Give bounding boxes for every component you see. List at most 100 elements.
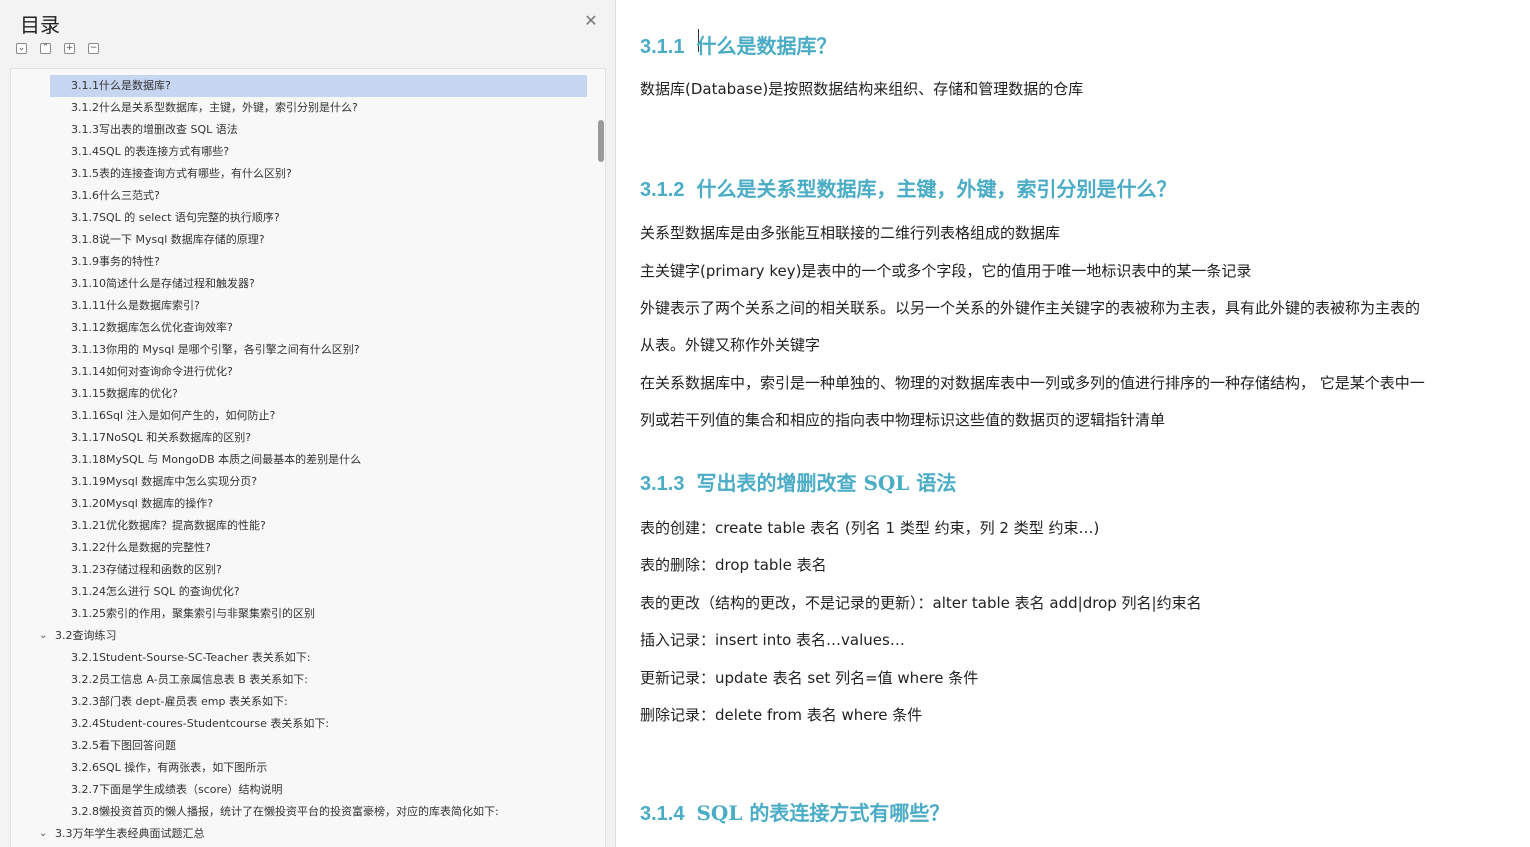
toc-item-label: 3.1.2什么是关系型数据库，主键，外键，索引分别是什么? (71, 101, 358, 114)
toc-item[interactable]: 3.1.18MySQL 与 MongoDB 本质之间最基本的差别是什么 (11, 449, 605, 471)
toc-item-label: 3.2.4Student-coures-Studentcourse 表关系如下: (71, 717, 330, 730)
toc-item[interactable]: 3.1.11什么是数据库索引? (11, 295, 605, 317)
toc-item-label: 3.1.5表的连接查询方式有哪些，有什么区别? (71, 167, 292, 180)
toc-item-label: 3.1.14如何对查询命令进行优化? (71, 365, 233, 378)
toc-item[interactable]: 3.2.2员工信息 A-员工亲属信息表 B 表关系如下: (11, 669, 605, 691)
paragraph: 更新记录：update 表名 set 列名=值 where 条件 (640, 669, 979, 687)
toc-item-label: 3.1.20Mysql 数据库的操作? (71, 497, 214, 510)
toc-item-label: 3.1.23存储过程和函数的区别? (71, 563, 222, 576)
toc-item-label: 3.2.1Student-Sourse-SC-Teacher 表关系如下: (71, 651, 311, 664)
paragraph: 表的删除：drop table 表名 (640, 556, 827, 574)
paragraph: 删除记录：delete from 表名 where 条件 (640, 706, 923, 724)
toc-item-label: 3.2查询练习 (55, 629, 117, 642)
close-icon[interactable]: ✕ (583, 13, 599, 29)
paragraph: 表的更改（结构的更改，不是记录的更新）：alter table 表名 add|d… (640, 594, 1202, 612)
toc-list[interactable]: 3.1.1什么是数据库? 3.1.2什么是关系型数据库，主键，外键，索引分别是什么… (10, 68, 606, 847)
toc-item[interactable]: 3.1.8说一下 Mysql 数据库存储的原理? (11, 229, 605, 251)
toc-item[interactable]: ⌄ 3.2查询练习 (11, 625, 605, 647)
toc-item-label: 3.1.8说一下 Mysql 数据库存储的原理? (71, 233, 265, 246)
toc-item[interactable]: 3.1.1什么是数据库? (50, 75, 587, 97)
toc-item[interactable]: 3.1.24怎么进行 SQL 的查询优化? (11, 581, 605, 603)
toc-item-label: 3.2.3部门表 dept-雇员表 emp 表关系如下: (71, 695, 288, 708)
toc-item-label: 3.1.12数据库怎么优化查询效率? (71, 321, 233, 334)
toc-item-label: 3.1.17NoSQL 和关系数据库的区别? (71, 431, 252, 444)
toc-item-label: 3.2.2员工信息 A-员工亲属信息表 B 表关系如下: (71, 673, 308, 686)
toc-item[interactable]: 3.1.9事务的特性? (11, 251, 605, 273)
paragraph: 数据库(Database)是按照数据结构来组织、存储和管理数据的仓库 (640, 80, 1084, 98)
toc-item-label: 3.1.18MySQL 与 MongoDB 本质之间最基本的差别是什么 (71, 453, 362, 466)
toc-item-label: 3.3万年学生表经典面试题汇总 (55, 827, 205, 840)
toc-item-label: 3.1.15数据库的优化? (71, 387, 178, 400)
toc-item[interactable]: 3.1.25索引的作用，聚集索引与非聚集索引的区别 (11, 603, 605, 625)
toc-item[interactable]: 3.1.17NoSQL 和关系数据库的区别? (11, 427, 605, 449)
toc-item[interactable]: 3.1.19Mysql 数据库中怎么实现分页? (11, 471, 605, 493)
toc-item-label: 3.1.9事务的特性? (71, 255, 160, 268)
toc-item[interactable]: 3.1.20Mysql 数据库的操作? (11, 493, 605, 515)
toc-item-label: 3.1.4SQL 的表连接方式有哪些? (71, 145, 230, 158)
toc-item[interactable]: 3.2.5看下图回答问题 (11, 735, 605, 757)
paragraph: 主关键字(primary key)是表中的一个或多个字段，它的值用于唯一地标识表… (640, 262, 1252, 280)
toc-item[interactable]: 3.1.14如何对查询命令进行优化? (11, 361, 605, 383)
toc-pane: 目录 ✕ ⌄ ⌃ + − 3.1.1什么是数据库? 3.1.2什么是关系型数据库，… (0, 0, 616, 847)
toc-item[interactable]: 3.1.13你用的 Mysql 是哪个引擎，各引擎之间有什么区别? (11, 339, 605, 361)
toc-item-label: 3.1.25索引的作用，聚集索引与非聚集索引的区别 (71, 607, 315, 620)
paragraph: 从表。外键又称作外关键字 (640, 336, 821, 354)
toc-item[interactable]: 3.2.8懒投资首页的懒人播报，统计了在懒投资平台的投资富豪榜，对应的库表简化如… (11, 801, 605, 823)
paragraph: 列或若干列值的集合和相应的指向表中物理标识这些值的数据页的逻辑指针清单 (640, 411, 1166, 429)
toc-item[interactable]: 3.1.5表的连接查询方式有哪些，有什么区别? (11, 163, 605, 185)
toc-item[interactable]: 3.1.16Sql 注入是如何产生的，如何防止? (11, 405, 605, 427)
toc-item[interactable]: 3.1.23存储过程和函数的区别? (11, 559, 605, 581)
paragraph: 关系型数据库是由多张能互相联接的二维行列表格组成的数据库 (640, 224, 1061, 242)
toc-item-label: 3.1.19Mysql 数据库中怎么实现分页? (71, 475, 258, 488)
toc-item[interactable]: 3.1.2什么是关系型数据库，主键，外键，索引分别是什么? (11, 97, 605, 119)
toc-item-label: 3.2.5看下图回答问题 (71, 739, 176, 752)
toc-item[interactable]: 3.1.21优化数据库？提高数据库的性能? (11, 515, 605, 537)
chevron-down-icon[interactable]: ⌄ (39, 625, 47, 647)
paragraph: 外键表示了两个关系之间的相关联系。以另一个关系的外键作主关键字的表被称为主表，具… (640, 299, 1421, 317)
toc-item[interactable]: 3.1.3写出表的增删改查 SQL 语法 (11, 119, 605, 141)
toc-item-label: 3.1.13你用的 Mysql 是哪个引擎，各引擎之间有什么区别? (71, 343, 360, 356)
expand-all-icon[interactable]: ⌄ (16, 43, 27, 54)
toc-item[interactable]: 3.1.4SQL 的表连接方式有哪些? (11, 141, 605, 163)
toc-item-label: 3.1.7SQL 的 select 语句完整的执行顺序? (71, 211, 280, 224)
chevron-down-icon[interactable]: ⌄ (39, 823, 47, 845)
toc-item[interactable]: 3.1.22什么是数据的完整性? (11, 537, 605, 559)
heading-3-1-4: 3.1.4 SQL 的表连接方式有哪些？ (640, 801, 950, 825)
toc-item-label: 3.1.21优化数据库？提高数据库的性能? (71, 519, 266, 532)
toc-item-label: 3.1.1什么是数据库? (71, 79, 171, 92)
scrollbar-thumb[interactable] (598, 120, 604, 162)
toc-item[interactable]: 3.1.15数据库的优化? (11, 383, 605, 405)
paragraph: 插入记录：insert into 表名…values… (640, 631, 905, 649)
toc-item[interactable]: 3.1.10简述什么是存储过程和触发器? (11, 273, 605, 295)
toc-item-label: 3.2.8懒投资首页的懒人播报，统计了在懒投资平台的投资富豪榜，对应的库表简化如… (71, 805, 499, 818)
add-item-icon[interactable]: + (64, 43, 75, 54)
heading-3-1-3: 3.1.3 写出表的增删改查 SQL 语法 (640, 471, 957, 495)
toc-item[interactable]: 3.1.6什么三范式? (11, 185, 605, 207)
heading-3-1-1: 3.1.1 什么是数据库？ (640, 34, 837, 58)
toc-item-label: 3.1.16Sql 注入是如何产生的，如何防止? (71, 409, 276, 422)
toc-item[interactable]: ⌄ 3.3万年学生表经典面试题汇总 (11, 823, 605, 845)
toc-item[interactable]: 3.1.12数据库怎么优化查询效率? (11, 317, 605, 339)
toc-item[interactable]: 3.2.6SQL 操作，有两张表，如下图所示 (11, 757, 605, 779)
remove-item-icon[interactable]: − (88, 43, 99, 54)
toc-item-label: 3.2.7下面是学生成绩表（score）结构说明 (71, 783, 283, 796)
document-page[interactable]: 3.1.1 什么是数据库？ 数据库(Database)是按照数据结构来组织、存储和… (617, 0, 1530, 847)
heading-3-1-2: 3.1.2 什么是关系型数据库，主键，外键，索引分别是什么？ (640, 177, 1177, 201)
toc-item[interactable]: 3.1.7SQL 的 select 语句完整的执行顺序? (11, 207, 605, 229)
toc-item-label: 3.1.3写出表的增删改查 SQL 语法 (71, 123, 238, 136)
scrollbar-track[interactable] (596, 69, 605, 847)
toc-item-label: 3.1.10简述什么是存储过程和触发器? (71, 277, 255, 290)
collapse-all-icon[interactable]: ⌃ (40, 43, 51, 54)
toc-item[interactable]: 3.2.4Student-coures-Studentcourse 表关系如下: (11, 713, 605, 735)
toc-item-label: 3.1.22什么是数据的完整性? (71, 541, 211, 554)
toc-item[interactable]: 3.2.3部门表 dept-雇员表 emp 表关系如下: (11, 691, 605, 713)
toc-item-label: 3.1.6什么三范式? (71, 189, 160, 202)
toc-item-label: 3.1.11什么是数据库索引? (71, 299, 200, 312)
paragraph: 表的创建：create table 表名 (列名 1 类型 约束，列 2 类型 … (640, 519, 1100, 537)
toc-item[interactable]: 3.2.7下面是学生成绩表（score）结构说明 (11, 779, 605, 801)
paragraph: 在关系数据库中，索引是一种单独的、物理的对数据库表中一列或多列的值进行排序的一种… (640, 374, 1425, 392)
toc-item[interactable]: 3.2.1Student-Sourse-SC-Teacher 表关系如下: (11, 647, 605, 669)
toc-title: 目录 (20, 13, 60, 37)
toc-item-label: 3.1.24怎么进行 SQL 的查询优化? (71, 585, 240, 598)
toc-item-label: 3.2.6SQL 操作，有两张表，如下图所示 (71, 761, 268, 774)
